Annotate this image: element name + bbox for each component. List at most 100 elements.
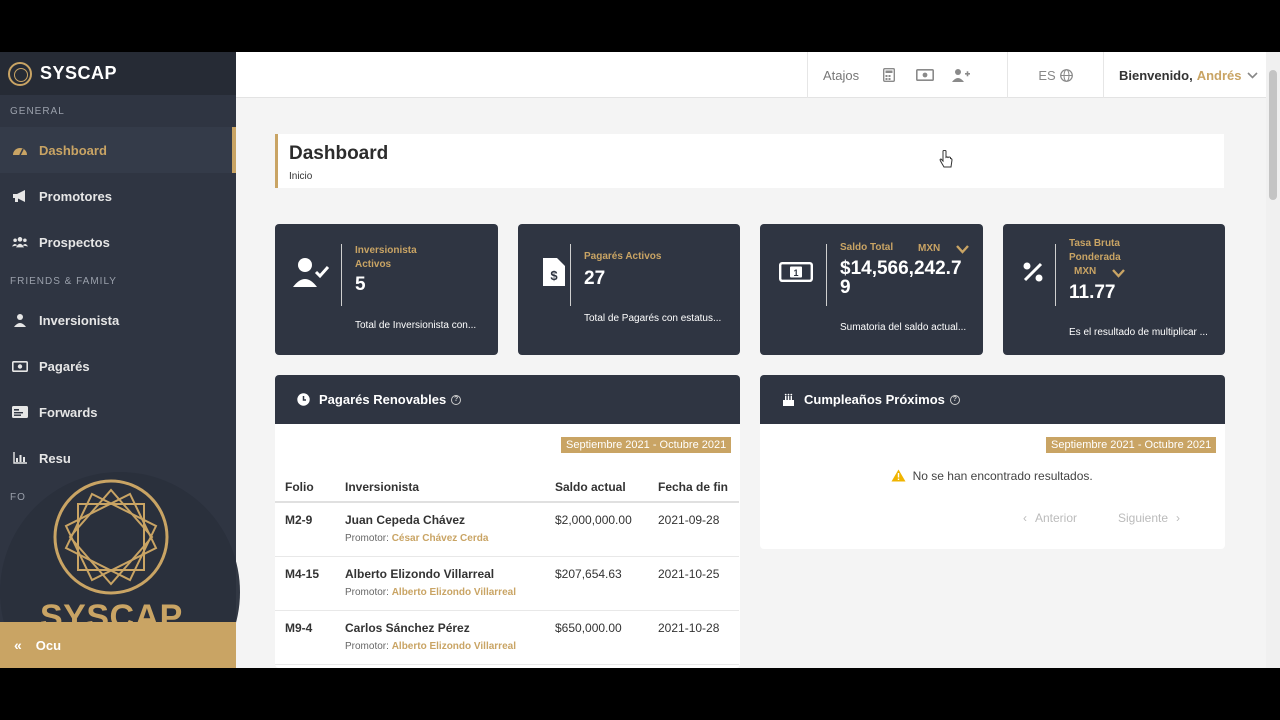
card-description: Total de Inversionista con...: [355, 320, 477, 331]
card-active-notes[interactable]: $ Pagarés Activos 27 Total de Pagarés co…: [518, 224, 740, 355]
card-value: $14,566,242.7: [840, 258, 962, 279]
brand[interactable]: SYSCAP: [0, 52, 236, 95]
panel-header: Pagarés Renovables ?: [275, 375, 740, 424]
sidebar-item-label: Forwards: [39, 404, 98, 420]
id-card-icon: [12, 405, 28, 419]
cell-folio: M4-15: [275, 556, 335, 611]
card-divider: [341, 244, 342, 306]
table-header-row: Folio Inversionista Saldo actual Fecha d…: [275, 472, 739, 503]
sidebar-item-pagares[interactable]: Pagarés: [0, 343, 236, 389]
previous-page-button[interactable]: ‹ Anterior: [1023, 511, 1077, 525]
cell-end-date: 2021-10-28: [648, 610, 739, 665]
breadcrumb[interactable]: Inicio: [289, 171, 1213, 182]
sidebar-item-label: Pagarés: [39, 358, 90, 374]
file-invoice-dollar-icon: $: [536, 254, 572, 290]
collapse-sidebar-button[interactable]: « Ocu: [0, 622, 236, 668]
help-icon[interactable]: ?: [949, 394, 960, 405]
shortcuts-section: Atajos: [807, 52, 1007, 98]
welcome-text: Bienvenido,: [1119, 67, 1193, 83]
next-label: Siguiente: [1118, 511, 1169, 525]
sidebar-item-label: Inversionista: [39, 312, 120, 328]
card-weighted-rate[interactable]: Tasa Bruta Ponderada MXN 11.77 Es el res…: [1003, 224, 1225, 355]
upcoming-birthdays-panel: Cumpleaños Próximos ? Septiembre 2021 - …: [760, 375, 1225, 549]
money-bill-icon[interactable]: [915, 69, 935, 81]
column-header-end-date[interactable]: Fecha de fin: [648, 472, 739, 503]
cell-investor: Carlos Sánchez Pérez Promotor: Alberto E…: [335, 610, 545, 665]
sidebar-item-label: Prospectos: [39, 234, 110, 250]
period-badge: Septiembre 2021 - Octubre 2021: [1046, 437, 1217, 453]
promoter-line: Promotor: Alberto Elizondo Villarreal: [345, 641, 545, 652]
card-title-line2: Activos: [355, 259, 392, 270]
promoter-name[interactable]: Alberto Elizondo Villarreal: [392, 587, 516, 598]
chevron-left-icon: ‹: [1023, 511, 1027, 525]
language-selector[interactable]: ES: [1007, 52, 1103, 98]
collapse-label: Ocu: [35, 637, 62, 653]
brand-name: SYSCAP: [40, 63, 118, 83]
user-menu[interactable]: Bienvenido, Andrés: [1103, 52, 1259, 98]
cell-folio: M9-4: [275, 610, 335, 665]
clock-icon: [297, 393, 310, 406]
card-value: 5: [355, 274, 366, 295]
svg-text:$: $: [550, 268, 558, 283]
card-title: Tasa Bruta: [1069, 238, 1120, 249]
calculator-icon[interactable]: [879, 68, 899, 82]
cell-folio: M2-9: [275, 502, 335, 557]
cell-end-date: 2021-10-25: [648, 556, 739, 611]
table-row[interactable]: M2-9 Juan Cepeda Chávez Promotor: César …: [275, 502, 739, 557]
previous-label: Anterior: [1035, 511, 1078, 525]
sidebar-item-forwards[interactable]: Forwards: [0, 389, 236, 435]
chevron-down-icon[interactable]: [1112, 265, 1125, 283]
currency-label[interactable]: MXN: [1074, 266, 1096, 277]
help-icon[interactable]: ?: [451, 394, 462, 405]
next-page-button[interactable]: Siguiente ›: [1118, 511, 1180, 525]
page-header: Dashboard Inicio: [275, 134, 1224, 188]
card-title-line2: Ponderada: [1069, 252, 1121, 263]
period-badge: Septiembre 2021 - Octubre 2021: [561, 437, 732, 453]
chevron-down-icon: [1247, 71, 1259, 79]
promoter-name[interactable]: César Chávez Cerda: [392, 533, 489, 544]
sidebar-item-prospectos[interactable]: Prospectos: [0, 219, 236, 265]
page-scrollbar[interactable]: [1266, 52, 1280, 668]
sidebar-item-inversionista[interactable]: Inversionista: [0, 297, 236, 343]
card-total-balance[interactable]: 1 Saldo Total MXN $14,566,242.7 9 Sumato…: [760, 224, 983, 355]
renewable-notes-table: Folio Inversionista Saldo actual Fecha d…: [275, 472, 739, 665]
card-title: Pagarés Activos: [584, 251, 662, 262]
money-bill-icon: [12, 359, 28, 373]
app-window: SYSCAP GENERAL Dashboard Promotores Pros…: [0, 52, 1280, 668]
promoter-name[interactable]: Alberto Elizondo Villarreal: [392, 641, 516, 652]
letterbox-top: [0, 0, 1280, 52]
globe-icon: [1059, 68, 1073, 82]
add-user-icon[interactable]: [951, 68, 971, 82]
panel-title: Pagarés Renovables: [319, 392, 447, 407]
promoter-label: Promotor:: [345, 533, 389, 544]
promoter-line: Promotor: César Chávez Cerda: [345, 533, 545, 544]
table-row[interactable]: M9-4 Carlos Sánchez Pérez Promotor: Albe…: [275, 610, 739, 665]
cell-balance: $207,654.63: [545, 556, 648, 611]
empty-message: No se han encontrado resultados.: [760, 469, 1224, 485]
chevron-down-icon[interactable]: [956, 241, 969, 259]
syscap-logo-icon: [53, 479, 169, 595]
table-row[interactable]: M4-15 Alberto Elizondo Villarreal Promot…: [275, 556, 739, 611]
column-header-folio[interactable]: Folio: [275, 472, 335, 503]
scrollbar-thumb[interactable]: [1269, 70, 1277, 200]
sidebar-item-label: Resu: [39, 450, 71, 466]
warning-icon: [891, 469, 906, 485]
card-value: 27: [584, 268, 606, 289]
sidebar-item-promotores[interactable]: Promotores: [0, 173, 236, 219]
user-name: Andrés: [1196, 67, 1242, 83]
card-value: 11.77: [1069, 282, 1116, 303]
column-header-investor[interactable]: Inversionista: [335, 472, 545, 503]
column-header-balance[interactable]: Saldo actual: [545, 472, 648, 503]
empty-message-text: No se han encontrado resultados.: [912, 469, 1093, 483]
sidebar-item-dashboard[interactable]: Dashboard: [0, 127, 236, 173]
promoter-label: Promotor:: [345, 586, 389, 598]
cell-balance: $2,000,000.00: [545, 502, 648, 557]
card-description: Es el resultado de multiplicar ...: [1069, 327, 1208, 338]
birthday-cake-icon: [782, 393, 795, 406]
promoter-line: Promotor: Alberto Elizondo Villarreal: [345, 587, 545, 598]
card-active-investors[interactable]: Inversionista Activos 5 Total de Inversi…: [275, 224, 498, 355]
sidebar: SYSCAP GENERAL Dashboard Promotores Pros…: [0, 52, 240, 668]
promoter-label: Promotor:: [345, 640, 389, 652]
currency-label[interactable]: MXN: [918, 243, 940, 254]
sidebar-item-label: Dashboard: [39, 142, 107, 158]
